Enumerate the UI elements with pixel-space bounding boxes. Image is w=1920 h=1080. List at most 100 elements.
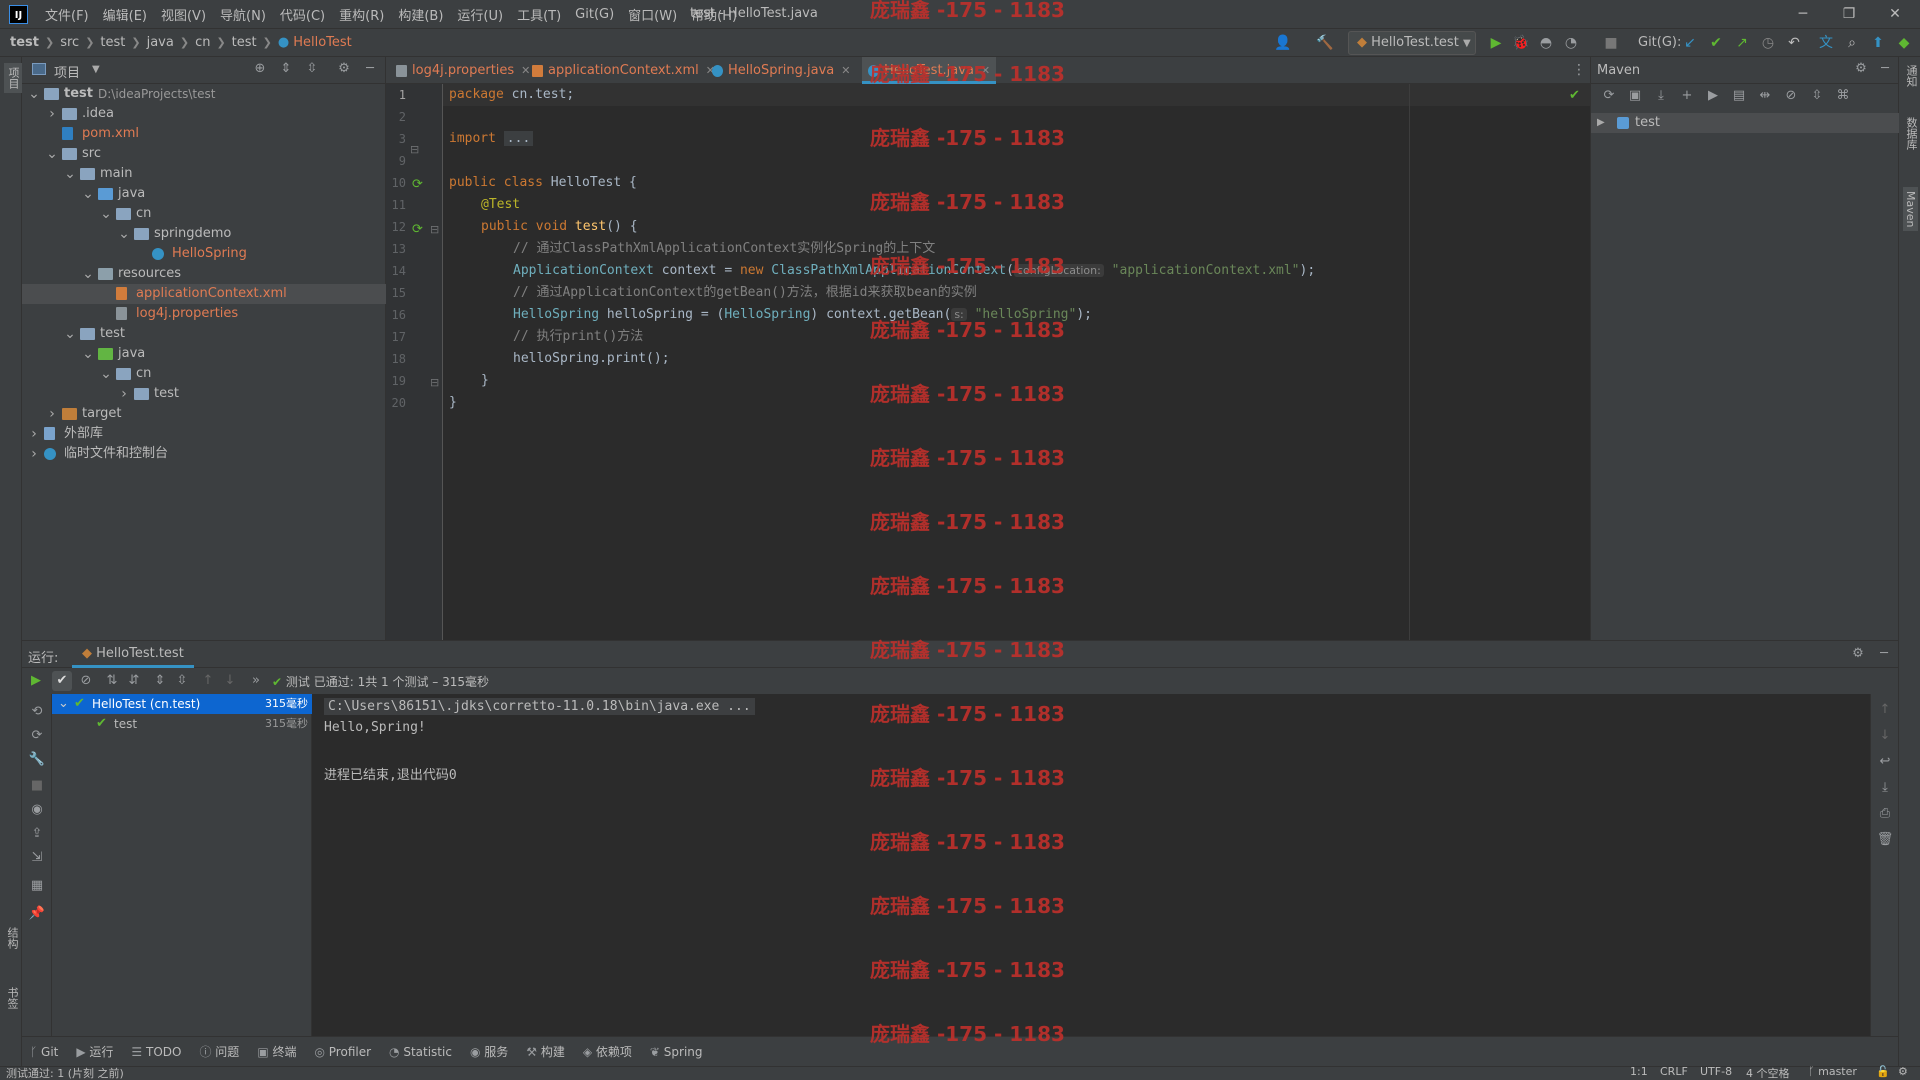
- bottom-tool-0[interactable]: ᚴ Git: [30, 1045, 58, 1059]
- chevron-down-icon[interactable]: ⌄: [82, 264, 94, 284]
- bottom-tool-9[interactable]: ◈ 依赖项: [583, 1043, 632, 1060]
- line-separator[interactable]: CRLF: [1660, 1065, 1688, 1078]
- bottom-tool-3[interactable]: ⓘ 问题: [199, 1043, 239, 1060]
- bottom-tool-10[interactable]: ❦ Spring: [650, 1045, 703, 1059]
- menu-item-8[interactable]: 工具(T): [510, 5, 568, 24]
- notifications-tool-tab[interactable]: 通知: [1903, 65, 1919, 87]
- bottom-tool-7[interactable]: ◉ 服务: [470, 1043, 508, 1060]
- editor-tab[interactable]: log4j.properties ✕: [390, 57, 536, 84]
- import-icon[interactable]: ⇲: [27, 850, 47, 865]
- update-icon[interactable]: ⬆: [1868, 33, 1888, 53]
- rerun-icon[interactable]: ▶: [26, 673, 46, 688]
- menu-item-3[interactable]: 导航(N): [213, 5, 273, 24]
- editor-tab[interactable]: HelloSpring.java ✕: [706, 57, 857, 84]
- project-panel-title[interactable]: 项目: [54, 62, 80, 81]
- tree-item[interactable]: › test: [22, 384, 386, 404]
- build-hammer-icon[interactable]: 🔨: [1315, 33, 1335, 53]
- search-icon[interactable]: ⌕: [1842, 33, 1862, 53]
- menu-item-4[interactable]: 代码(C): [273, 5, 332, 24]
- soft-wrap-icon[interactable]: ↩: [1875, 754, 1895, 769]
- chevron-down-icon[interactable]: ▼: [92, 64, 100, 75]
- tree-item[interactable]: › 临时文件和控制台: [22, 444, 386, 464]
- restore-button[interactable]: ❐: [1826, 0, 1872, 29]
- prev-failed-icon[interactable]: ↑: [198, 673, 218, 688]
- menu-item-9[interactable]: Git(G): [568, 7, 621, 22]
- bookmarks-tool-tab[interactable]: 书签: [4, 987, 20, 1009]
- maven-tool-tab[interactable]: Maven: [1903, 187, 1918, 232]
- reload-icon[interactable]: ⟳: [1599, 88, 1619, 103]
- add-project-icon[interactable]: +: [1677, 88, 1697, 103]
- print-icon[interactable]: ⎙: [1875, 806, 1895, 821]
- execute-goal-icon[interactable]: ▤: [1729, 88, 1749, 103]
- chevron-down-icon[interactable]: ⌄: [64, 324, 76, 344]
- toggle-auto-test-icon[interactable]: ⟳: [27, 728, 47, 743]
- scroll-up-icon[interactable]: ↑: [1875, 702, 1895, 717]
- chevron-right-icon[interactable]: ›: [28, 444, 40, 464]
- breadcrumb-item[interactable]: test: [10, 35, 39, 50]
- git-push-icon[interactable]: ↗: [1732, 33, 1752, 53]
- fold-icon[interactable]: ⊟: [430, 223, 439, 236]
- git-commit-icon[interactable]: ✔: [1706, 33, 1726, 53]
- chevron-down-icon[interactable]: ⌄: [82, 344, 94, 364]
- chevron-right-icon[interactable]: ›: [118, 384, 130, 404]
- generate-sources-icon[interactable]: ▣: [1625, 88, 1645, 103]
- test-result-row[interactable]: ⌄ ✔ HelloTest (cn.test) 315毫秒: [52, 694, 312, 714]
- more-tabs-icon[interactable]: ⋮: [1572, 62, 1586, 78]
- tree-item[interactable]: ⌄ cn: [22, 364, 386, 384]
- profile-icon[interactable]: ◔: [1561, 33, 1581, 53]
- export-icon[interactable]: ⇪: [27, 826, 47, 841]
- caret-position[interactable]: 1:1: [1630, 1065, 1648, 1078]
- stop-icon[interactable]: ■: [27, 778, 47, 793]
- tree-item[interactable]: ⌄ src: [22, 144, 386, 164]
- next-failed-icon[interactable]: ↓: [220, 673, 240, 688]
- tree-item[interactable]: ⌄ resources: [22, 264, 386, 284]
- console-output[interactable]: C:\Users\86151\.jdks\corretto-11.0.18\bi…: [312, 694, 1870, 1036]
- breadcrumb-item[interactable]: test: [232, 35, 257, 50]
- tree-item[interactable]: log4j.properties: [22, 304, 386, 324]
- breadcrumb-item[interactable]: java: [147, 35, 174, 50]
- bottom-tool-1[interactable]: ▶ 运行: [76, 1043, 113, 1060]
- trash-icon[interactable]: 🗑: [1875, 832, 1895, 847]
- maven-tree-root[interactable]: ▶ test: [1591, 113, 1899, 133]
- collapse-all-icon[interactable]: ⇳: [302, 61, 322, 76]
- run-config-selector[interactable]: ◆ HelloTest.test ▼: [1348, 31, 1476, 55]
- tree-item[interactable]: ⌄ springdemo: [22, 224, 386, 244]
- tree-item[interactable]: › target: [22, 404, 386, 424]
- menu-item-7[interactable]: 运行(U): [450, 5, 510, 24]
- expand-all-icon[interactable]: ⇕: [150, 673, 170, 688]
- intellij-logo-icon[interactable]: IJ: [9, 5, 28, 24]
- breadcrumb-item[interactable]: cn: [195, 35, 210, 50]
- chevron-right-icon[interactable]: ›: [46, 104, 58, 124]
- minimize-button[interactable]: ─: [1780, 0, 1826, 29]
- bottom-tool-6[interactable]: ◔ Statistic: [389, 1045, 452, 1059]
- hide-panel-icon[interactable]: ─: [360, 61, 380, 76]
- bottom-tool-4[interactable]: ▣ 终端: [257, 1043, 296, 1060]
- coverage-icon[interactable]: ◓: [1536, 33, 1556, 53]
- memory-icon[interactable]: ⚙: [1898, 1065, 1908, 1078]
- editor-tab[interactable]: applicationContext.xml ✕: [526, 57, 721, 84]
- pin-icon[interactable]: 📌: [27, 906, 47, 921]
- project-tool-tab[interactable]: 项目: [4, 63, 22, 93]
- chevron-right-icon[interactable]: ›: [46, 404, 58, 424]
- close-tab-icon[interactable]: ✕: [841, 64, 850, 77]
- fold-icon[interactable]: ⊟: [430, 376, 439, 389]
- run-icon[interactable]: ▶: [1486, 33, 1506, 53]
- bottom-tool-8[interactable]: ⚒ 构建: [526, 1043, 565, 1060]
- import-fold[interactable]: ...: [503, 131, 534, 146]
- debug-icon[interactable]: 🐞: [1511, 33, 1531, 53]
- download-icon[interactable]: ⤓: [1651, 88, 1671, 103]
- test-result-row[interactable]: ✔ test 315毫秒: [52, 714, 312, 734]
- status-message[interactable]: 测试通过: 1 (片刻 之前): [6, 1065, 124, 1080]
- tree-item[interactable]: ⌄ main: [22, 164, 386, 184]
- menu-item-1[interactable]: 编辑(E): [96, 5, 154, 24]
- breadcrumb-item[interactable]: test: [100, 35, 125, 50]
- expand-all-icon[interactable]: ⇕: [276, 61, 296, 76]
- chevron-down-icon[interactable]: ⌄: [100, 204, 112, 224]
- collapse-all-icon[interactable]: ⇳: [1807, 88, 1827, 103]
- git-update-icon[interactable]: ↙: [1680, 33, 1700, 53]
- chevron-right-icon[interactable]: ›: [28, 424, 40, 444]
- scroll-down-icon[interactable]: ↓: [1875, 728, 1895, 743]
- show-passed-icon[interactable]: ✔: [52, 671, 72, 691]
- user-icon[interactable]: 👤: [1273, 33, 1293, 53]
- hide-panel-icon[interactable]: ─: [1875, 61, 1895, 76]
